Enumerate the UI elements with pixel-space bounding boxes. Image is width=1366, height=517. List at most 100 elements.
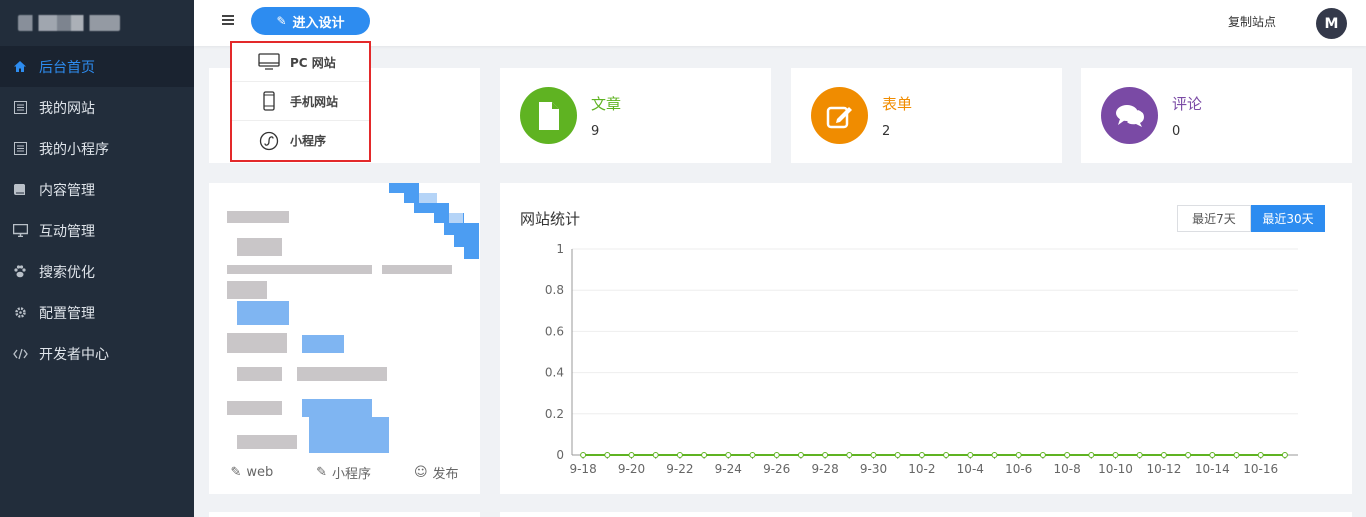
sidebar-item-my-sites[interactable]: 我的网站 <box>0 87 194 128</box>
sidebar-item-label: 我的小程序 <box>39 141 109 158</box>
sidebar-item-content[interactable]: 内容管理 <box>0 169 194 210</box>
stat-count: 0 <box>1172 124 1181 139</box>
x-tick-label: 10-12 <box>1146 462 1181 476</box>
logo-image <box>18 15 120 31</box>
copy-site-link[interactable]: 复制站点 <box>1228 13 1276 30</box>
sidebar-item-home[interactable]: 后台首页 <box>0 46 194 87</box>
stat-card-forms[interactable]: 表单 2 <box>791 68 1062 163</box>
x-tick-label: 9-22 <box>666 462 693 476</box>
dropdown-item-miniprogram[interactable]: 小程序 <box>232 121 369 160</box>
enter-design-button[interactable]: ✎ 进入设计 <box>251 7 370 35</box>
x-tick-label: 9-28 <box>811 462 838 476</box>
edit-web-button[interactable]: ✎ web <box>230 463 273 482</box>
data-point <box>1233 452 1240 458</box>
data-point <box>918 452 925 458</box>
dropdown-item-label: 手机网站 <box>290 94 339 109</box>
list-icon <box>12 100 28 116</box>
miniprogram-icon <box>258 130 280 152</box>
dropdown-item-pc-site[interactable]: PC 网站 <box>232 43 369 82</box>
site-preview-image <box>227 183 479 453</box>
sidebar-item-label: 我的网站 <box>39 100 95 117</box>
enter-design-label: 进入设计 <box>292 15 345 31</box>
code-icon <box>12 346 28 362</box>
stat-title: 表单 <box>882 95 913 113</box>
sidebar-item-label: 后台首页 <box>39 59 95 76</box>
site-statistics-card: 网站统计 最近7天 最近30天 0 0.2 0.4 0.6 0.8 1 9-18 9-20 9-… <box>500 183 1352 494</box>
y-tick-label: 0.6 <box>545 324 564 338</box>
x-tick-label: 10-6 <box>1005 462 1032 476</box>
x-tick-label: 9-18 <box>569 462 596 476</box>
sidebar-item-config[interactable]: 配置管理 <box>0 292 194 333</box>
y-tick-label: 0.4 <box>545 366 564 380</box>
data-point <box>676 452 683 458</box>
data-point <box>773 452 780 458</box>
x-tick-label: 10-10 <box>1098 462 1133 476</box>
site-info-card: ✎ web ✎ 小程序 ☺ 发布 <box>209 183 480 494</box>
pencil-icon: ✎ <box>276 14 287 28</box>
sidebar-item-label: 搜索优化 <box>39 264 95 281</box>
stat-title: 评论 <box>1172 95 1203 113</box>
sidebar-item-interaction[interactable]: 互动管理 <box>0 210 194 251</box>
logo[interactable] <box>0 0 194 46</box>
stat-card-articles[interactable]: 文章 9 <box>500 68 771 163</box>
data-point <box>943 452 950 458</box>
avatar[interactable]: M <box>1316 8 1347 39</box>
x-tick-label: 10-2 <box>908 462 935 476</box>
x-tick-label: 10-14 <box>1195 462 1230 476</box>
data-point <box>797 452 804 458</box>
data-point <box>822 452 829 458</box>
data-point <box>701 452 708 458</box>
data-point <box>1281 452 1288 458</box>
stat-card-comments[interactable]: 评论 0 <box>1081 68 1352 163</box>
x-tick-label: 9-20 <box>618 462 645 476</box>
sidebar-item-label: 开发者中心 <box>39 346 109 363</box>
sidebar-item-seo[interactable]: 搜索优化 <box>0 251 194 292</box>
dropdown-item-label: PC 网站 <box>290 55 336 70</box>
sidebar: 后台首页 我的网站 我的小程序 内容管理 互动管理 搜索优化 配置管理 开发者中… <box>0 0 194 517</box>
dropdown-item-mobile-site[interactable]: 手机网站 <box>232 82 369 121</box>
sidebar-item-label: 互动管理 <box>39 223 95 240</box>
bottom-card-right <box>500 512 1352 517</box>
sidebar-item-developer[interactable]: 开发者中心 <box>0 333 194 374</box>
data-point <box>870 452 877 458</box>
data-point <box>1209 452 1216 458</box>
x-tick-label: 10-4 <box>957 462 984 476</box>
dropdown-item-label: 小程序 <box>290 134 327 148</box>
top-header: ✎ 进入设计 复制站点 M <box>194 0 1366 46</box>
y-tick-label: 0.8 <box>545 283 564 297</box>
data-point <box>580 452 587 458</box>
menu-toggle-icon[interactable] <box>222 15 234 25</box>
y-tick-label: 0 <box>556 448 564 462</box>
data-point <box>1088 452 1095 458</box>
gear-icon <box>12 305 28 321</box>
data-point <box>1112 452 1119 458</box>
pencil-icon: ✎ <box>316 465 328 480</box>
data-point <box>1015 452 1022 458</box>
data-point <box>991 452 998 458</box>
data-point <box>1064 452 1071 458</box>
file-icon <box>520 87 577 144</box>
y-tick-label: 0.2 <box>545 407 564 421</box>
stat-title: 文章 <box>591 95 622 113</box>
data-point <box>894 452 901 458</box>
edit-icon <box>811 87 868 144</box>
data-point <box>1257 452 1264 458</box>
site-card-actions: ✎ web ✎ 小程序 ☺ 发布 <box>209 463 480 482</box>
action-label: 小程序 <box>332 467 372 482</box>
data-point <box>846 452 853 458</box>
comments-icon <box>1101 87 1158 144</box>
stat-count: 9 <box>591 124 600 139</box>
action-label: 发布 <box>432 467 459 482</box>
x-tick-label: 9-26 <box>763 462 790 476</box>
x-tick-label: 10-8 <box>1053 462 1080 476</box>
paw-icon <box>12 264 28 280</box>
desktop-icon <box>258 51 280 73</box>
sidebar-item-label: 内容管理 <box>39 182 95 199</box>
publish-button[interactable]: ☺ 发布 <box>414 463 459 482</box>
edit-miniprogram-button[interactable]: ✎ 小程序 <box>316 463 371 482</box>
data-point <box>1039 452 1046 458</box>
data-point <box>725 452 732 458</box>
data-point <box>628 452 635 458</box>
sidebar-item-my-miniprograms[interactable]: 我的小程序 <box>0 128 194 169</box>
line-chart: 0 0.2 0.4 0.6 0.8 1 9-18 9-20 9-22 9-24 9-26 9-28 9-… <box>545 242 1298 476</box>
